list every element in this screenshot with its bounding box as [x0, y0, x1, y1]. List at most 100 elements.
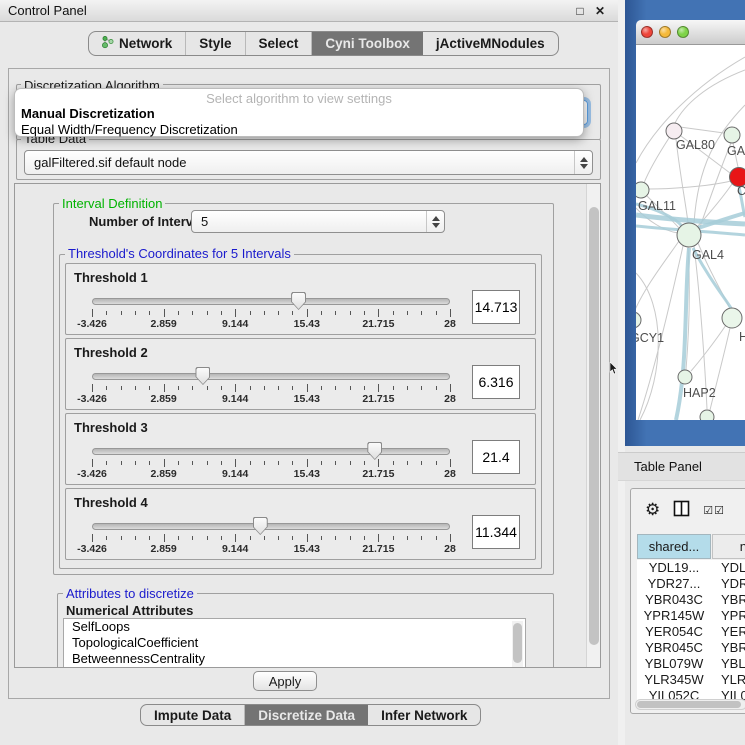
tab-infer-network[interactable]: Infer Network — [368, 705, 480, 725]
table-data-combobox[interactable]: galFiltered.sif default node — [24, 150, 593, 175]
tick-label: -3.426 — [77, 543, 107, 555]
cell-shared-name[interactable]: YDL19... — [637, 560, 711, 576]
cell-name[interactable]: YDR2 — [711, 576, 745, 592]
network-node[interactable] — [700, 410, 714, 420]
columns-icon[interactable] — [673, 500, 690, 520]
stepper-icon[interactable] — [574, 151, 592, 174]
cell-name[interactable]: YDL1 — [711, 560, 745, 576]
slider-handle[interactable] — [253, 517, 268, 535]
list-item[interactable]: SelfLoops — [64, 619, 525, 635]
network-node[interactable] — [677, 223, 701, 247]
scrollbar-thumb[interactable] — [589, 207, 599, 645]
table-row[interactable]: YBL079WYBL0 — [637, 656, 745, 672]
slider-track[interactable] — [92, 373, 450, 380]
threshold-value-input[interactable]: 6.316 — [472, 365, 520, 399]
close-traffic-light-icon[interactable] — [641, 26, 653, 38]
slider-track[interactable] — [92, 448, 450, 455]
gear-icon[interactable]: ⚙ — [645, 500, 660, 520]
cell-name[interactable]: YBR0 — [711, 640, 745, 656]
cell-name[interactable]: YPR1 — [711, 608, 745, 624]
network-canvas[interactable]: GAL80GACGAL11GAL4GCY1HHAP2 — [636, 45, 745, 420]
threshold-label: Threshold 3 — [74, 420, 148, 435]
threshold-value-input[interactable]: 14.713 — [472, 290, 520, 324]
tab-impute-data[interactable]: Impute Data — [141, 705, 245, 725]
network-edge — [636, 241, 679, 312]
cell-shared-name[interactable]: YBR045C — [637, 640, 711, 656]
list-scrollbar[interactable] — [512, 621, 523, 668]
network-node-label: H — [739, 330, 745, 344]
list-item[interactable]: BetweennessCentrality — [64, 651, 525, 667]
tab-cyni-toolbox[interactable]: Cyni Toolbox — [312, 32, 423, 55]
threshold-value-input[interactable]: 11.344 — [472, 515, 520, 549]
cell-shared-name[interactable]: YER054C — [637, 624, 711, 640]
tab-jactivemnodules[interactable]: jActiveMNodules — [423, 32, 558, 55]
vertical-scrollbar[interactable] — [586, 184, 600, 667]
threshold-slider[interactable]: -3.4262.8599.14415.4321.71528 — [92, 442, 450, 482]
network-node[interactable] — [666, 123, 682, 139]
cell-name[interactable]: YBL0 — [711, 656, 745, 672]
select-columns-checkboxes-icon[interactable]: ☑☑ — [703, 504, 725, 517]
minimize-traffic-light-icon[interactable] — [659, 26, 671, 38]
slider-handle[interactable] — [291, 292, 306, 310]
slider-track[interactable] — [92, 523, 450, 530]
horizontal-scrollbar[interactable] — [635, 699, 745, 710]
network-node[interactable] — [722, 308, 742, 328]
column-header-name[interactable]: na — [712, 534, 745, 559]
table-row[interactable]: YDR27...YDR2 — [637, 576, 745, 592]
table-row[interactable]: YBR045CYBR0 — [637, 640, 745, 656]
stepper-icon[interactable] — [426, 211, 444, 232]
network-window: GAL80GACGAL11GAL4GCY1HHAP2 — [636, 20, 745, 420]
apply-button[interactable]: Apply — [253, 671, 317, 691]
tab-discretize-data[interactable]: Discretize Data — [245, 705, 368, 725]
menu-item-manual-discretization[interactable]: Manual Discretization — [21, 106, 577, 122]
list-item[interactable]: TopologicalCoefficient — [64, 635, 525, 651]
tick-label: 2.859 — [150, 393, 176, 405]
column-header-shared-name[interactable]: shared... — [637, 534, 711, 559]
table-row[interactable]: YBR043CYBR0 — [637, 592, 745, 608]
cell-name[interactable]: YER0 — [711, 624, 745, 640]
algorithm-dropdown-popup: Select algorithm to view settings Manual… — [14, 88, 584, 137]
tick-label: -3.426 — [77, 318, 107, 330]
table-row[interactable]: YPR145WYPR1 — [637, 608, 745, 624]
table-row[interactable]: YER054CYER0 — [637, 624, 745, 640]
menu-item-equal-width-frequency[interactable]: Equal Width/Frequency Discretization — [21, 122, 577, 137]
number-of-intervals-combobox[interactable]: 5 — [191, 210, 445, 233]
threshold-value-input[interactable]: 21.4 — [472, 440, 520, 474]
cell-name[interactable]: YBR0 — [711, 592, 745, 608]
tick-label: -3.426 — [77, 468, 107, 480]
cell-shared-name[interactable]: YPR145W — [637, 608, 711, 624]
tab-network[interactable]: Network — [89, 32, 186, 55]
float-window-icon[interactable]: □ — [570, 4, 590, 18]
network-node[interactable] — [724, 127, 740, 143]
tab-select[interactable]: Select — [246, 32, 313, 55]
network-edge — [649, 181, 731, 189]
cell-shared-name[interactable]: YDR27... — [637, 576, 711, 592]
network-view-frame: GAL80GACGAL11GAL4GCY1HHAP2 — [625, 0, 745, 446]
close-icon[interactable]: ✕ — [590, 4, 610, 18]
split-pane-divider[interactable] — [618, 0, 625, 745]
scrollbar-thumb[interactable] — [637, 701, 741, 708]
threshold-panel: Threshold 3 -3.4262.8599.14415.4321.7152… — [65, 413, 536, 485]
slider-handle[interactable] — [195, 367, 210, 385]
tab-label: Impute Data — [154, 708, 231, 723]
network-node[interactable] — [636, 312, 641, 328]
table-row[interactable]: YDL19...YDL1 — [637, 560, 745, 576]
threshold-slider[interactable]: -3.4262.8599.14415.4321.71528 — [92, 292, 450, 332]
tick-label: 2.859 — [150, 543, 176, 555]
threshold-slider[interactable]: -3.4262.8599.14415.4321.71528 — [92, 517, 450, 557]
tab-style[interactable]: Style — [186, 32, 245, 55]
tick-label: 9.144 — [222, 393, 248, 405]
zoom-traffic-light-icon[interactable] — [677, 26, 689, 38]
cell-name[interactable]: YLR3 — [711, 672, 745, 688]
cell-shared-name[interactable]: YLR345W — [637, 672, 711, 688]
control-panel-tabbar: Network Style Select Cyni Toolbox jActiv… — [88, 31, 559, 56]
slider-track[interactable] — [92, 298, 450, 305]
slider-handle[interactable] — [367, 442, 382, 460]
cell-shared-name[interactable]: YBL079W — [637, 656, 711, 672]
cell-shared-name[interactable]: YBR043C — [637, 592, 711, 608]
threshold-slider[interactable]: -3.4262.8599.14415.4321.71528 — [92, 367, 450, 407]
table-row[interactable]: YLR345WYLR3 — [637, 672, 745, 688]
network-node[interactable] — [636, 182, 649, 198]
tick-label: 2.859 — [150, 468, 176, 480]
network-node[interactable] — [678, 370, 692, 384]
